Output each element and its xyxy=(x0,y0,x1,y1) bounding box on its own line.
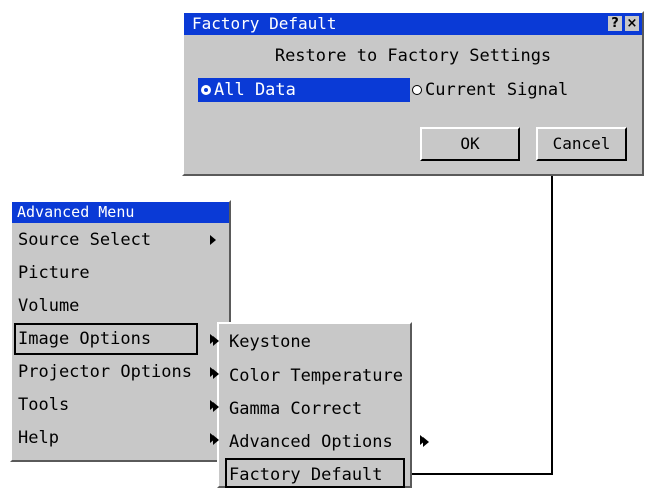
cancel-button[interactable]: Cancel xyxy=(536,127,627,161)
submenu-item-label: Advanced Options xyxy=(229,432,393,452)
help-icon[interactable]: ? xyxy=(608,16,622,31)
selection-box xyxy=(14,323,198,355)
menu-item-label: Help xyxy=(18,428,59,448)
pointer-arrow-icon xyxy=(213,336,219,346)
submenu-item-label: Color Temperature xyxy=(229,366,403,386)
option-current-signal[interactable]: Current Signal xyxy=(412,78,612,102)
menu-item-tools[interactable]: Tools xyxy=(12,389,229,421)
menu-item-projector-options[interactable]: Projector Options xyxy=(12,356,229,388)
menu-item-label: Picture xyxy=(18,263,90,283)
menu-item-label: Source Select xyxy=(18,230,152,250)
option-all-data-label: All Data xyxy=(214,80,296,100)
advanced-menu-title: Advanced Menu xyxy=(17,203,135,221)
menu-item-volume[interactable]: Volume xyxy=(12,290,229,322)
advanced-menu-titlebar: Advanced Menu xyxy=(12,202,229,223)
menu-item-picture[interactable]: Picture xyxy=(12,257,229,289)
submenu-item-keystone[interactable]: Keystone xyxy=(219,326,410,358)
submenu-item-advanced-options[interactable]: Advanced Options xyxy=(219,426,429,458)
submenu-item-color-temperature[interactable]: Color Temperature xyxy=(219,360,410,392)
connector-line xyxy=(551,176,553,475)
submenu-item-label: Keystone xyxy=(229,332,311,352)
dialog-titlebar: Factory Default ? × xyxy=(184,13,642,35)
menu-item-label: Tools xyxy=(18,395,70,415)
pointer-arrow-icon xyxy=(213,435,219,445)
pointer-arrow-icon xyxy=(213,369,219,379)
dialog-heading: Restore to Factory Settings xyxy=(274,46,552,66)
submenu-item-gamma-correct[interactable]: Gamma Correct xyxy=(219,393,410,425)
submenu-arrow-icon xyxy=(420,435,426,445)
submenu-arrow-icon xyxy=(210,235,216,245)
menu-item-source-select[interactable]: Source Select xyxy=(12,224,229,256)
menu-item-help[interactable]: Help xyxy=(12,422,229,454)
submenu-item-label: Gamma Correct xyxy=(229,399,363,419)
dialog-title: Factory Default xyxy=(192,14,337,33)
pointer-arrow-icon xyxy=(213,402,219,412)
ok-button[interactable]: OK xyxy=(420,127,520,161)
option-all-data[interactable]: All Data xyxy=(198,78,410,102)
factory-default-dialog: Factory Default ? × Restore to Factory S… xyxy=(182,11,644,176)
menu-item-label: Volume xyxy=(18,296,80,316)
menu-item-label: Projector Options xyxy=(18,362,192,382)
radio-unselected-icon xyxy=(412,85,422,95)
advanced-menu: Advanced Menu Source Select Picture Volu… xyxy=(10,200,231,462)
selection-box xyxy=(225,458,405,488)
close-icon[interactable]: × xyxy=(625,16,639,31)
connector-line xyxy=(403,473,553,475)
image-options-submenu: Keystone Color Temperature Gamma Correct… xyxy=(217,322,429,488)
option-current-signal-label: Current Signal xyxy=(425,80,569,100)
